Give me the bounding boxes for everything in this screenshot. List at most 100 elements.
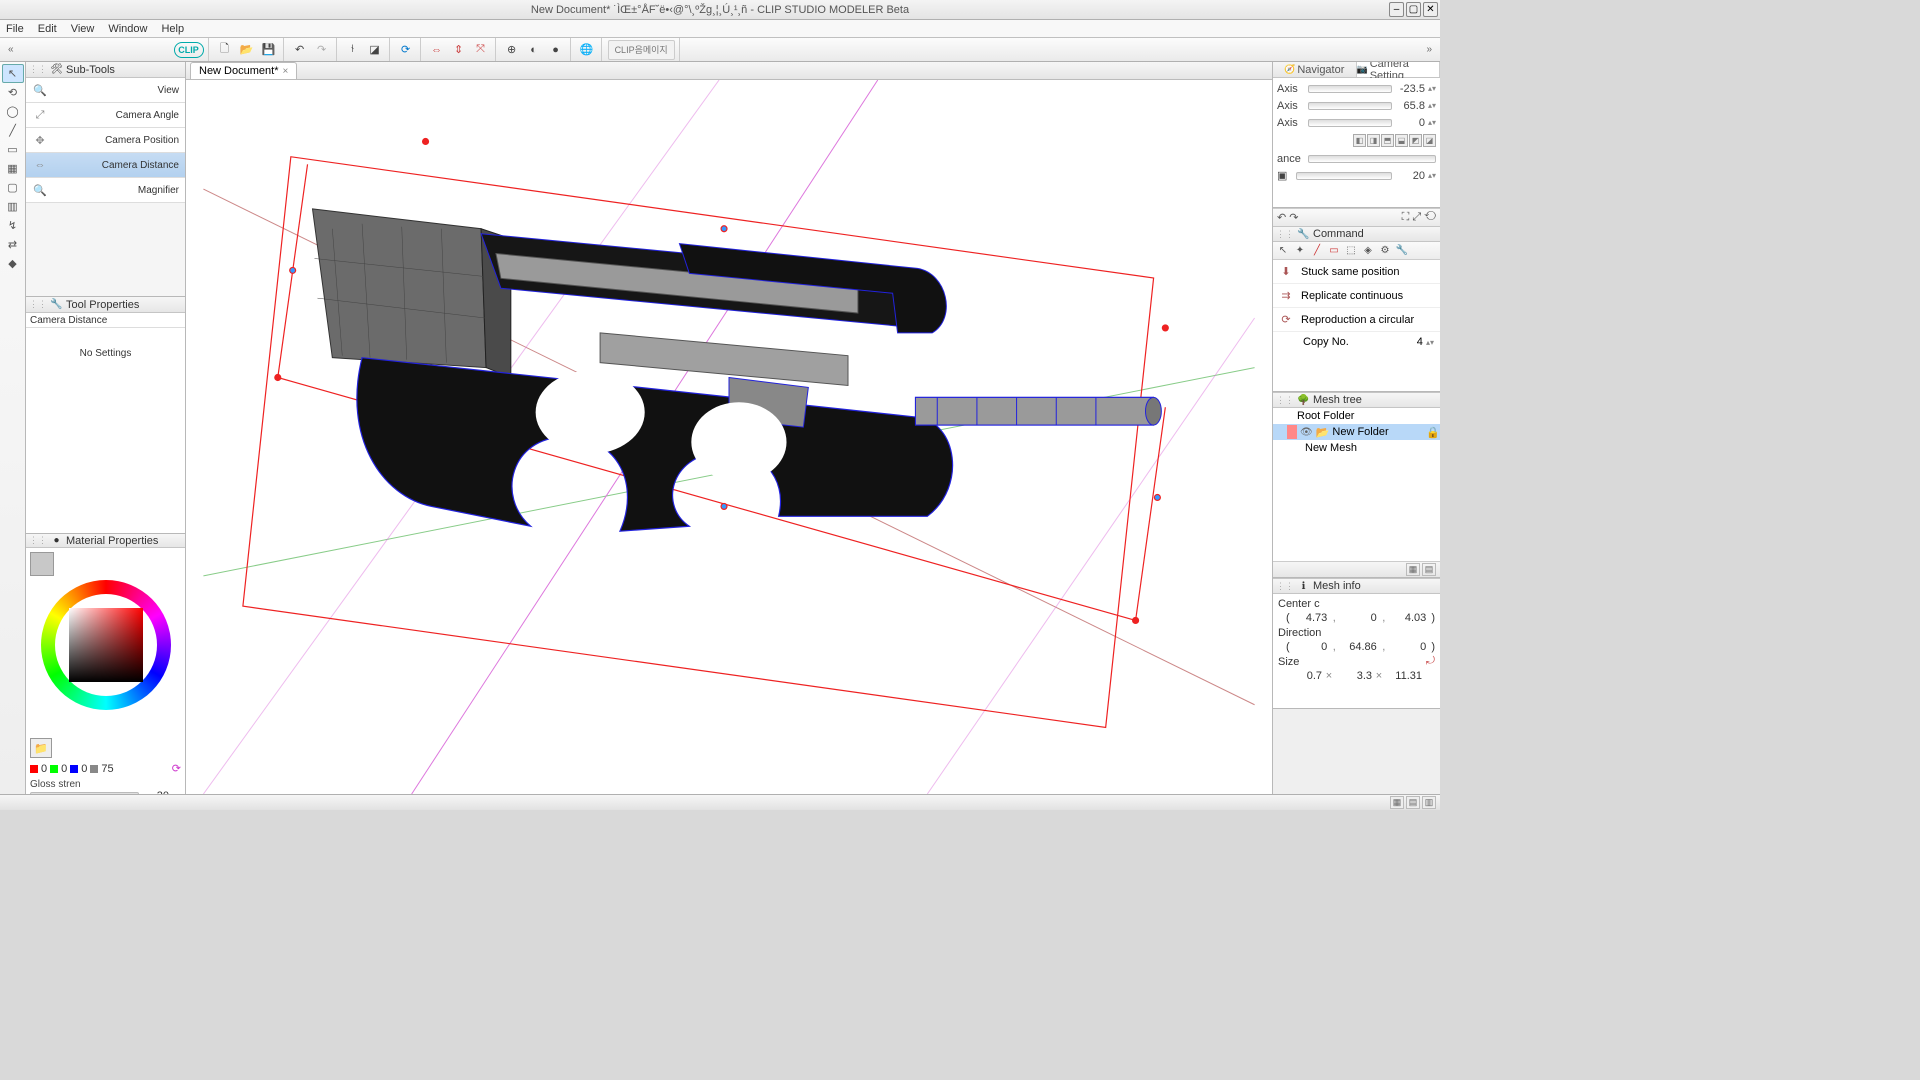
tree-mesh[interactable]: New Mesh bbox=[1273, 440, 1440, 456]
gloss-slider[interactable] bbox=[30, 792, 139, 794]
cmd-tool-icon[interactable]: 🔧 bbox=[1394, 243, 1410, 259]
view-cube-icon[interactable]: ◪ bbox=[1423, 134, 1436, 147]
view-cube-icon[interactable]: ⬒ bbox=[1381, 134, 1394, 147]
menu-edit[interactable]: Edit bbox=[38, 23, 57, 35]
close-button[interactable]: ✕ bbox=[1423, 2, 1438, 17]
mirror-xy-icon[interactable]: ⤧ bbox=[471, 40, 491, 60]
cmd-tool-icon[interactable]: ◈ bbox=[1360, 243, 1376, 259]
tree-root[interactable]: Root Folder bbox=[1273, 408, 1440, 424]
menu-file[interactable]: File bbox=[6, 23, 24, 35]
redo-icon[interactable]: ↷ bbox=[312, 40, 332, 60]
open-doc-icon[interactable]: 📂 bbox=[237, 40, 257, 60]
persp-cube-icon[interactable]: ▣ bbox=[1277, 169, 1293, 182]
cmd-reproduction-circular[interactable]: ⟳Reproduction a circular bbox=[1273, 308, 1440, 332]
undo-icon[interactable]: ↶ bbox=[290, 40, 310, 60]
new-doc-icon[interactable]: 🗋 bbox=[215, 40, 235, 60]
color-wheel[interactable] bbox=[41, 580, 171, 710]
cmd-replicate-continuous[interactable]: ⇉Replicate continuous bbox=[1273, 284, 1440, 308]
tree-folder[interactable]: 👁 📂 New Folder 🔒 bbox=[1273, 424, 1440, 440]
copyno-spinner[interactable]: ▴▾ bbox=[1426, 338, 1434, 347]
minimize-button[interactable]: – bbox=[1389, 2, 1404, 17]
document-tab[interactable]: New Document* × bbox=[190, 62, 297, 79]
clip-link-button[interactable]: CLIP음메이지 bbox=[608, 40, 675, 60]
size-reset-icon[interactable]: ⤾ bbox=[1426, 655, 1435, 668]
panel-grip-icon[interactable]: ⋮⋮ bbox=[1276, 395, 1294, 406]
panel-grip-icon[interactable]: ⋮⋮ bbox=[29, 299, 47, 310]
tool-strip-item[interactable]: ▦ bbox=[2, 159, 24, 178]
dist-spinner[interactable]: ▴▾ bbox=[1428, 171, 1436, 180]
axis-x-slider[interactable] bbox=[1308, 85, 1392, 93]
sphere-wire-icon[interactable]: ⊕ bbox=[502, 40, 522, 60]
cmd-tool-icon[interactable]: ⬚ bbox=[1343, 243, 1359, 259]
view-cube-icon[interactable]: ◧ bbox=[1353, 134, 1366, 147]
save-doc-icon[interactable]: 💾 bbox=[259, 40, 279, 60]
cmd-tool-icon[interactable]: ↖ bbox=[1275, 243, 1291, 259]
subtool-item[interactable]: 🔍Magnifier bbox=[26, 178, 185, 203]
3d-viewport[interactable] bbox=[186, 80, 1272, 794]
reset-icon[interactable]: ⟲ bbox=[1424, 211, 1436, 223]
cmd-tool-icon[interactable]: ⚙ bbox=[1377, 243, 1393, 259]
axis-spinner[interactable]: ▴▾ bbox=[1428, 101, 1436, 110]
mirror-x-icon[interactable]: ⇔ bbox=[427, 40, 447, 60]
view-cube-icon[interactable]: ⬓ bbox=[1395, 134, 1408, 147]
axis-z-slider[interactable] bbox=[1308, 119, 1392, 127]
material-swatch[interactable] bbox=[30, 552, 54, 576]
zoom-icon[interactable]: ⤢ bbox=[1412, 211, 1421, 223]
tab-camera-setting[interactable]: 📷 Camera Setting bbox=[1357, 62, 1441, 77]
status-icon[interactable]: ▥ bbox=[1422, 796, 1436, 809]
menu-window[interactable]: Window bbox=[108, 23, 147, 35]
tool-strip-item[interactable]: ╱ bbox=[2, 121, 24, 140]
fit-icon[interactable]: ⛶ bbox=[1402, 211, 1410, 223]
cmd-tool-icon[interactable]: ✦ bbox=[1292, 243, 1308, 259]
subtool-item[interactable]: ✥Camera Position bbox=[26, 128, 185, 153]
sphere-solid-icon[interactable]: ● bbox=[546, 40, 566, 60]
fov-slider[interactable] bbox=[1296, 172, 1392, 180]
clip-logo-button[interactable]: CLIP bbox=[174, 42, 204, 58]
status-icon[interactable]: ▦ bbox=[1390, 796, 1404, 809]
axis-spinner[interactable]: ▴▾ bbox=[1428, 84, 1436, 93]
toggle-b-icon[interactable]: ◪ bbox=[365, 40, 385, 60]
tool-strip-item[interactable]: ⟲ bbox=[2, 83, 24, 102]
tool-strip-item[interactable]: ◆ bbox=[2, 254, 24, 273]
globe-icon[interactable]: 🌐 bbox=[577, 40, 597, 60]
redo-icon[interactable]: ↷ bbox=[1289, 212, 1298, 224]
tab-close-icon[interactable]: × bbox=[282, 66, 288, 77]
view-cube-icon[interactable]: ◨ bbox=[1367, 134, 1380, 147]
tool-strip-item[interactable]: ◯ bbox=[2, 102, 24, 121]
cmd-tool-icon[interactable]: ╱ bbox=[1309, 243, 1325, 259]
panel-grip-icon[interactable]: ⋮⋮ bbox=[29, 64, 47, 75]
menu-view[interactable]: View bbox=[71, 23, 95, 35]
view-cube-icon[interactable]: ◩ bbox=[1409, 134, 1422, 147]
toggle-a-icon[interactable]: ⫮ bbox=[343, 40, 363, 60]
sphere-shade-icon[interactable]: ◐ bbox=[524, 40, 544, 60]
cmd-stuck-same-position[interactable]: ⬇Stuck same position bbox=[1273, 260, 1440, 284]
material-folder-icon[interactable]: 📁 bbox=[30, 738, 52, 758]
menu-help[interactable]: Help bbox=[161, 23, 184, 35]
subtool-item[interactable]: ⤢Camera Angle bbox=[26, 103, 185, 128]
color-cycle-icon[interactable]: ⟳ bbox=[172, 762, 181, 775]
tool-strip-item[interactable]: ⇄ bbox=[2, 235, 24, 254]
maximize-button[interactable]: ▢ bbox=[1406, 2, 1421, 17]
cmd-tool-icon[interactable]: ▭ bbox=[1326, 243, 1342, 259]
refresh-icon[interactable]: ⟳ bbox=[396, 40, 416, 60]
subtool-item[interactable]: ⇔Camera Distance bbox=[26, 153, 185, 178]
tree-action-icon[interactable]: ▤ bbox=[1422, 563, 1436, 576]
tab-navigator[interactable]: 🧭 Navigator bbox=[1273, 62, 1357, 77]
toolbar-collapse-left[interactable]: « bbox=[4, 44, 18, 55]
panel-grip-icon[interactable]: ⋮⋮ bbox=[1276, 229, 1294, 240]
axis-spinner[interactable]: ▴▾ bbox=[1428, 118, 1436, 127]
subtool-item[interactable]: 🔍View bbox=[26, 78, 185, 103]
distance-slider[interactable] bbox=[1308, 155, 1436, 163]
tree-action-icon[interactable]: ▦ bbox=[1406, 563, 1420, 576]
axis-y-slider[interactable] bbox=[1308, 102, 1392, 110]
tool-strip-item[interactable]: ▭ bbox=[2, 140, 24, 159]
mirror-y-icon[interactable]: ⇕ bbox=[449, 40, 469, 60]
panel-grip-icon[interactable]: ⋮⋮ bbox=[29, 535, 47, 546]
visibility-icon[interactable]: 👁 bbox=[1300, 427, 1313, 438]
lock-icon[interactable]: 🔒 bbox=[1426, 426, 1440, 439]
tool-strip-item[interactable]: ↯ bbox=[2, 216, 24, 235]
undo-icon[interactable]: ↶ bbox=[1277, 212, 1286, 224]
tool-strip-item[interactable]: ↖ bbox=[2, 64, 24, 83]
tool-strip-item[interactable]: ▥ bbox=[2, 197, 24, 216]
panel-grip-icon[interactable]: ⋮⋮ bbox=[1276, 581, 1294, 592]
